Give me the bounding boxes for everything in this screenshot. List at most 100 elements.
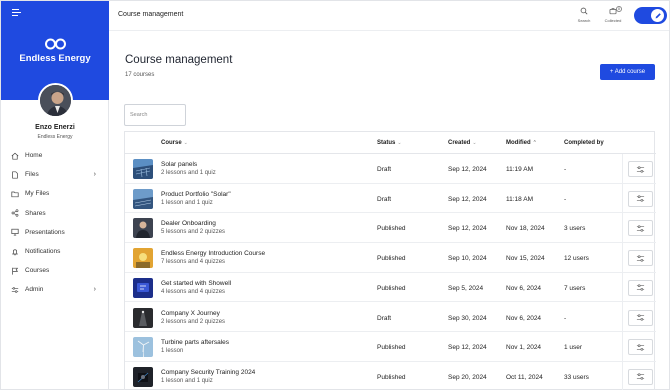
course-created: Sep 5, 2024 bbox=[448, 284, 484, 292]
course-completed: - bbox=[564, 166, 567, 173]
course-name[interactable]: Turbine parts aftersales bbox=[161, 339, 229, 346]
column-course-label: Course bbox=[161, 140, 182, 146]
sidebar-item-presentations[interactable]: Presentations bbox=[1, 223, 109, 242]
column-completed-label: Completed by bbox=[564, 140, 604, 146]
course-meta: 1 lesson bbox=[161, 348, 184, 355]
table-row[interactable]: Company X Journey 2 lessons and 2 quizzes… bbox=[125, 303, 656, 333]
sidebar-item-label: Shares bbox=[25, 209, 46, 217]
course-created: Sep 12, 2024 bbox=[448, 344, 487, 352]
header: Course management Search 0 Collected bbox=[109, 1, 669, 31]
course-name[interactable]: Endless Energy Introduction Course bbox=[161, 250, 265, 257]
course-created: Sep 12, 2024 bbox=[448, 225, 487, 233]
course-modified: Nov 6, 2024 bbox=[506, 314, 542, 322]
row-settings-button[interactable] bbox=[628, 368, 653, 385]
table-row[interactable]: Turbine parts aftersales 1 lesson Publishe… bbox=[125, 332, 656, 362]
menu-toggle-icon[interactable] bbox=[12, 9, 22, 17]
column-course[interactable]: Course ⌄ bbox=[161, 140, 188, 146]
sidebar-item-my-files[interactable]: My Files bbox=[1, 184, 109, 203]
pencil-icon bbox=[655, 12, 661, 18]
monitor-icon bbox=[11, 229, 19, 236]
column-created[interactable]: Created ⌄ bbox=[448, 140, 477, 146]
row-settings-button[interactable] bbox=[628, 220, 653, 237]
course-name[interactable]: Company X Journey bbox=[161, 310, 220, 317]
course-meta: 7 lessons and 4 quizzes bbox=[161, 259, 226, 266]
course-completed: 12 users bbox=[564, 255, 589, 263]
course-name[interactable]: Dealer Onboarding bbox=[161, 220, 216, 227]
sliders-icon bbox=[636, 225, 645, 232]
intro-course-thumbnail bbox=[133, 248, 153, 269]
add-course-button[interactable]: + Add course bbox=[600, 64, 655, 80]
course-status: Draft bbox=[377, 166, 392, 173]
table-row[interactable]: Dealer Onboarding 5 lessons and 2 quizzes… bbox=[125, 213, 656, 244]
column-completed: Completed by bbox=[564, 140, 604, 146]
page-title: Course management bbox=[125, 54, 233, 66]
solar-panel-thumbnail bbox=[133, 159, 153, 179]
course-created: Sep 20, 2024 bbox=[448, 373, 487, 381]
avatar[interactable] bbox=[38, 83, 73, 118]
edit-mode-toggle[interactable] bbox=[634, 7, 667, 24]
table-row[interactable]: Endless Energy Introduction Course 7 less… bbox=[125, 243, 656, 273]
row-settings-button[interactable] bbox=[628, 190, 653, 207]
sidebar-item-label: Admin bbox=[25, 286, 44, 294]
sidebar-item-label: Presentations bbox=[25, 228, 65, 236]
course-meta: 2 lessons and 2 quizzes bbox=[161, 318, 226, 325]
search-input[interactable] bbox=[124, 104, 186, 126]
sidebar-item-shares[interactable]: Shares bbox=[1, 204, 109, 223]
course-modified: Nov 6, 2024 bbox=[506, 284, 542, 292]
row-settings-button[interactable] bbox=[628, 161, 653, 177]
course-name[interactable]: Product Portfolio "Solar" bbox=[161, 191, 231, 198]
header-search-button[interactable]: Search bbox=[569, 7, 599, 23]
sort-icon: ⌄ bbox=[397, 140, 402, 146]
course-name[interactable]: Company Security Training 2024 bbox=[161, 369, 255, 376]
sort-icon: ⌄ bbox=[183, 140, 188, 146]
course-name[interactable]: Get started with Showell bbox=[161, 280, 231, 287]
table-row[interactable]: Solar panels 2 lessons and 1 quiz Draft Sep… bbox=[125, 154, 656, 184]
course-status: Published bbox=[377, 225, 406, 233]
course-created: Sep 12, 2024 bbox=[448, 166, 487, 173]
showell-thumbnail bbox=[133, 277, 153, 298]
row-settings-button[interactable] bbox=[628, 339, 653, 356]
column-modified[interactable]: Modified ⌃ bbox=[506, 140, 537, 146]
course-meta: 1 lesson and 1 quiz bbox=[161, 199, 213, 206]
sliders-icon bbox=[11, 287, 19, 293]
file-icon bbox=[12, 171, 18, 179]
column-status-label: Status bbox=[377, 140, 396, 146]
collected-count-badge: 0 bbox=[616, 6, 622, 12]
course-modified: Nov 1, 2024 bbox=[506, 344, 542, 352]
course-modified: Oct 11, 2024 bbox=[506, 373, 543, 381]
table-row[interactable]: Get started with Showell 4 lessons and 4 … bbox=[125, 273, 656, 303]
table-row[interactable]: Product Portfolio "Solar" 1 lesson and 1 … bbox=[125, 184, 656, 214]
header-title: Course management bbox=[118, 11, 184, 18]
row-settings-button[interactable] bbox=[628, 309, 653, 326]
row-settings-button[interactable] bbox=[628, 250, 653, 267]
sidebar-item-label: Home bbox=[25, 152, 43, 160]
courses-table: Course ⌄ Status ⌄ Created ⌄ Modified ⌃ Compl… bbox=[124, 131, 656, 390]
user-org: Endless Energy bbox=[37, 134, 73, 140]
course-meta: 5 lessons and 2 quizzes bbox=[161, 229, 226, 236]
header-search-label: Search bbox=[577, 18, 591, 23]
course-created: Sep 30, 2024 bbox=[448, 314, 487, 322]
share-icon bbox=[11, 209, 19, 217]
header-collected-button[interactable]: 0 Collected bbox=[598, 6, 628, 23]
table-row[interactable]: Company Security Training 2024 1 lesson a… bbox=[125, 362, 656, 390]
bell-icon bbox=[12, 249, 18, 255]
course-name[interactable]: Solar panels bbox=[161, 161, 197, 168]
sidebar-item-files[interactable]: Files › bbox=[1, 165, 109, 184]
sidebar-item-home[interactable]: Home bbox=[1, 146, 109, 165]
course-completed: - bbox=[564, 195, 567, 203]
course-status: Published bbox=[377, 344, 406, 352]
row-settings-button[interactable] bbox=[628, 279, 653, 296]
sidebar-item-notifications[interactable]: Notifications bbox=[1, 242, 109, 261]
sidebar-item-label: My Files bbox=[25, 190, 50, 198]
sidebar-item-admin[interactable]: Admin › bbox=[1, 280, 109, 299]
course-completed: 1 user bbox=[564, 344, 583, 352]
security-thumbnail bbox=[133, 366, 153, 387]
course-completed: 7 users bbox=[564, 284, 586, 292]
sliders-icon bbox=[636, 373, 645, 381]
sliders-icon bbox=[636, 284, 645, 291]
sidebar-item-courses[interactable]: Courses bbox=[1, 261, 109, 280]
course-status: Published bbox=[377, 373, 406, 381]
chevron-right-icon: › bbox=[93, 286, 96, 294]
column-status[interactable]: Status ⌄ bbox=[377, 140, 402, 146]
sliders-icon bbox=[636, 195, 645, 202]
